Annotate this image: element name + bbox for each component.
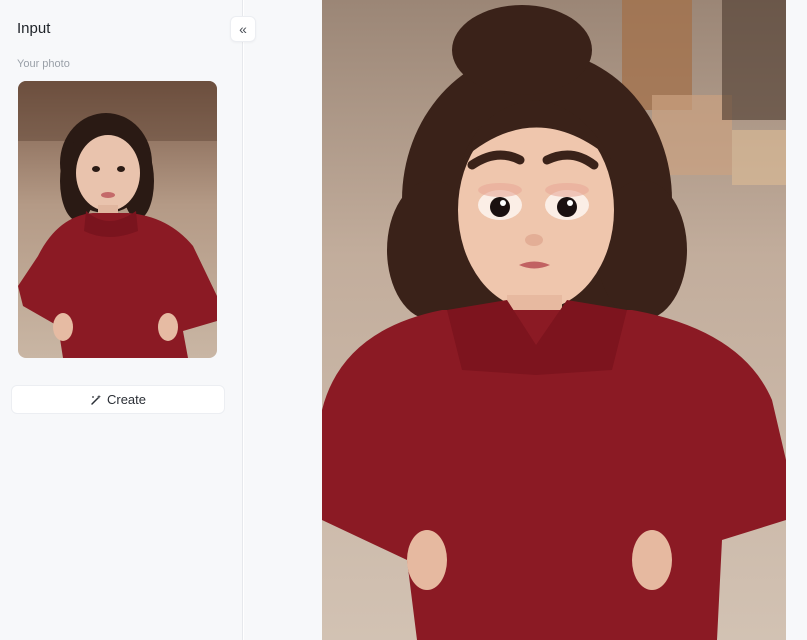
collapse-sidebar-button[interactable]: «: [230, 16, 256, 42]
child-photo-image: [18, 81, 217, 358]
double-chevron-left-icon: «: [239, 21, 247, 37]
animated-character-image: [322, 0, 786, 640]
your-photo-label: Your photo: [17, 58, 70, 70]
sidebar-title: Input: [17, 20, 51, 37]
input-photo-thumbnail[interactable]: [18, 81, 217, 358]
input-sidebar: Input Your photo Create: [0, 0, 243, 640]
magic-wand-icon: [90, 394, 102, 406]
right-gutter: [786, 0, 807, 640]
create-button-label: Create: [106, 392, 147, 407]
canvas-margin: [244, 0, 322, 640]
create-button[interactable]: Create: [11, 385, 225, 414]
generated-result-image[interactable]: [322, 0, 786, 640]
